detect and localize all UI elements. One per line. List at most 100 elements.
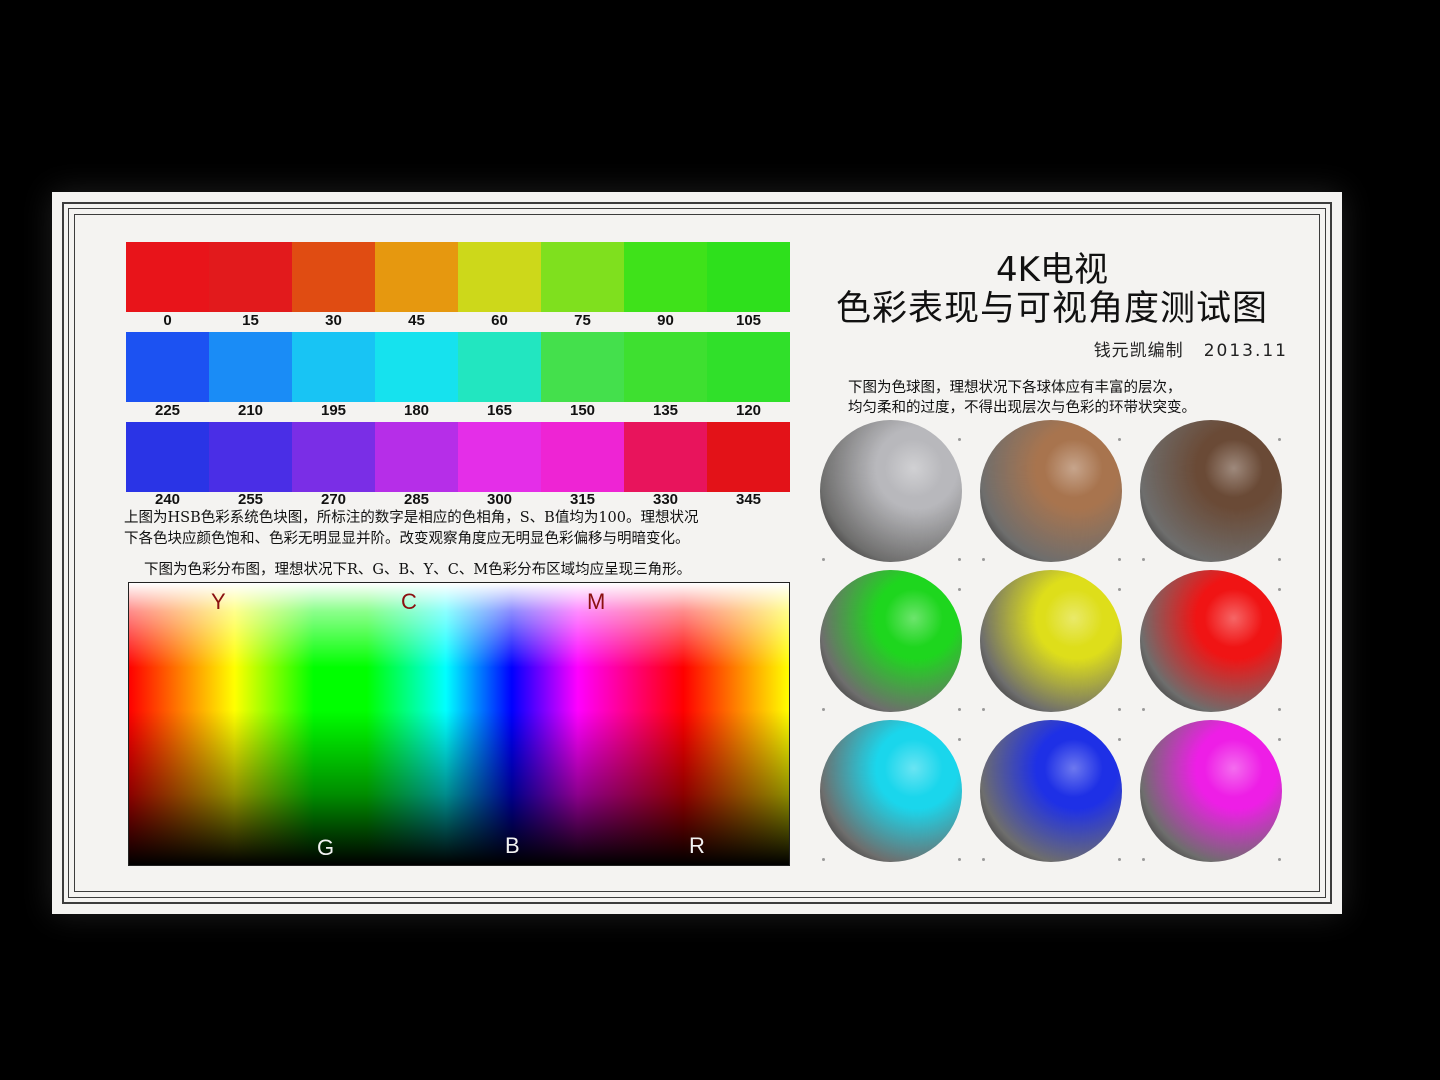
sphere-gray: [820, 420, 962, 562]
hue-swatch-285: [375, 422, 458, 492]
hue-swatch-270: [292, 422, 375, 492]
date: 2013.11: [1203, 341, 1288, 361]
hue-label-45: 45: [408, 312, 425, 329]
registration-mark: [1278, 708, 1281, 711]
hsb-row-2-labels: 225 210 195 180 165 150 135 120: [126, 402, 790, 419]
hue-label-345: 345: [735, 491, 762, 508]
registration-mark: [822, 858, 825, 861]
sphere-grid: [812, 420, 1292, 870]
hue-label-105: 105: [735, 312, 762, 329]
author: 钱元凯编制: [1093, 341, 1184, 361]
hue-label-210: 210: [237, 402, 264, 419]
sphere-caption-line-2: 均匀柔和的过度，不得出现层次与色彩的环带状突变。: [848, 400, 1196, 416]
hsb-description-line-1: 上图为HSB色彩系统色块图，所标注的数字是相应的色相角，S、B值均为100。理想…: [124, 510, 699, 526]
registration-mark: [958, 858, 961, 861]
sphere-yellow: [980, 570, 1122, 712]
hue-label-180: 180: [403, 402, 430, 419]
sphere-cell-cyan: [820, 720, 962, 862]
sphere-green: [820, 570, 962, 712]
hue-label-135: 135: [652, 402, 679, 419]
hue-label-285: 285: [403, 491, 430, 508]
sphere-cell-blue: [980, 720, 1122, 862]
distribution-caption: 下图为色彩分布图，理想状况下R、G、B、Y、C、M色彩分布区域均应呈现三角形。: [144, 562, 692, 578]
label-c: C: [401, 589, 417, 614]
color-distribution-chart: Y C M G B R: [128, 582, 790, 866]
hsb-row-1: [126, 242, 790, 312]
hue-swatch-210: [209, 332, 292, 402]
hue-swatch-0: [126, 242, 209, 312]
hue-label-120: 120: [735, 402, 762, 419]
registration-mark: [982, 858, 985, 861]
registration-mark: [1278, 738, 1281, 741]
sphere-caption-line-1: 下图为色球图，理想状况下各球体应有丰富的层次，: [848, 380, 1182, 396]
sphere-cyan: [820, 720, 962, 862]
sphere-cell-gray: [820, 420, 962, 562]
hue-label-15: 15: [242, 312, 259, 329]
label-g: G: [317, 835, 335, 860]
hue-swatch-330: [624, 422, 707, 492]
hue-label-255: 255: [237, 491, 264, 508]
sphere-red: [1140, 570, 1282, 712]
hue-label-30: 30: [325, 312, 342, 329]
sphere-cell-magenta: [1140, 720, 1282, 862]
hue-swatch-255: [209, 422, 292, 492]
registration-mark: [1118, 588, 1121, 591]
hue-swatch-195: [292, 332, 375, 402]
registration-mark: [1278, 858, 1281, 861]
registration-mark: [1118, 558, 1121, 561]
registration-mark: [822, 708, 825, 711]
sphere-cell-red: [1140, 570, 1282, 712]
hue-swatch-165: [458, 332, 541, 402]
hue-label-315: 315: [569, 491, 596, 508]
hue-swatch-30: [292, 242, 375, 312]
sphere-magenta: [1140, 720, 1282, 862]
hue-label-165: 165: [486, 402, 513, 419]
hsb-row-3: [126, 422, 790, 492]
hue-label-90: 90: [657, 312, 674, 329]
sphere-cell-brown: [980, 420, 1122, 562]
hue-label-0: 0: [163, 312, 172, 329]
hsb-row-2: [126, 332, 790, 402]
hue-swatch-345: [707, 422, 790, 492]
registration-mark: [958, 438, 961, 441]
hue-swatch-90: [624, 242, 707, 312]
hsb-description-line-2: 下各色块应颜色饱和、色彩无明显显并阶。改变观察角度应无明显色彩偏移与明暗变化。: [124, 531, 690, 547]
byline: 钱元凯编制 2013.11: [1094, 336, 1288, 361]
hue-label-60: 60: [491, 312, 508, 329]
hue-swatch-150: [541, 332, 624, 402]
hue-swatch-45: [375, 242, 458, 312]
hue-swatch-135: [624, 332, 707, 402]
label-m: M: [587, 589, 606, 614]
label-r: R: [689, 833, 705, 858]
dark-fade: [129, 583, 789, 865]
hue-swatch-75: [541, 242, 624, 312]
registration-mark: [1142, 558, 1145, 561]
registration-mark: [958, 738, 961, 741]
hue-swatch-300: [458, 422, 541, 492]
hue-swatch-60: [458, 242, 541, 312]
sphere-cell-yellow: [980, 570, 1122, 712]
title-line-2: 色彩表现与可视角度测试图: [835, 289, 1268, 329]
registration-mark: [958, 588, 961, 591]
sphere-cell-green: [820, 570, 962, 712]
hue-swatch-105: [707, 242, 790, 312]
registration-mark: [1278, 588, 1281, 591]
registration-mark: [1278, 558, 1281, 561]
hue-label-330: 330: [652, 491, 679, 508]
label-y: Y: [211, 589, 226, 614]
sphere-cell-dark-brown: [1140, 420, 1282, 562]
registration-mark: [1118, 738, 1121, 741]
hue-label-75: 75: [574, 312, 591, 329]
sphere-brown: [980, 420, 1122, 562]
hsb-row-1-labels: 0 15 30 45 60 75 90 105: [126, 312, 790, 329]
hue-swatch-120: [707, 332, 790, 402]
registration-mark: [1278, 438, 1281, 441]
registration-mark: [822, 558, 825, 561]
hue-label-240: 240: [154, 491, 181, 508]
registration-mark: [982, 708, 985, 711]
hue-label-300: 300: [486, 491, 513, 508]
registration-mark: [1118, 858, 1121, 861]
hue-label-195: 195: [320, 402, 347, 419]
hue-swatch-315: [541, 422, 624, 492]
sphere-blue: [980, 720, 1122, 862]
